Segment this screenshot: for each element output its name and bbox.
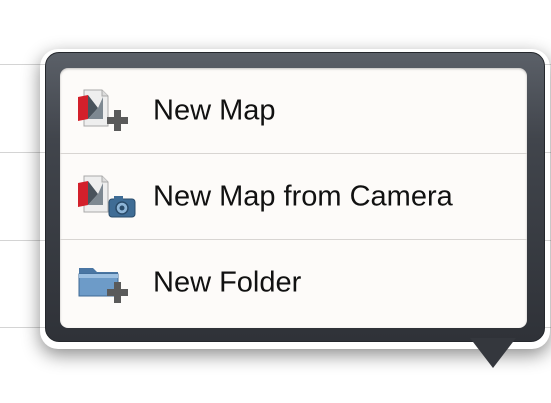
menu-item-new-folder[interactable]: New Folder bbox=[60, 240, 527, 326]
menu-item-new-map-from-camera[interactable]: New Map from Camera bbox=[60, 154, 527, 240]
popover-arrow bbox=[470, 338, 516, 368]
menu-item-label: New Map bbox=[153, 94, 276, 126]
menu-item-label: New Map from Camera bbox=[153, 180, 453, 212]
menu-item-new-map[interactable]: New Map bbox=[60, 68, 527, 154]
new-map-icon bbox=[76, 88, 136, 134]
new-map-camera-icon bbox=[76, 174, 136, 220]
menu-item-label: New Folder bbox=[153, 266, 302, 299]
new-folder-icon bbox=[76, 260, 136, 306]
new-item-menu: New Map New Map from Camera New Folder bbox=[60, 68, 527, 328]
